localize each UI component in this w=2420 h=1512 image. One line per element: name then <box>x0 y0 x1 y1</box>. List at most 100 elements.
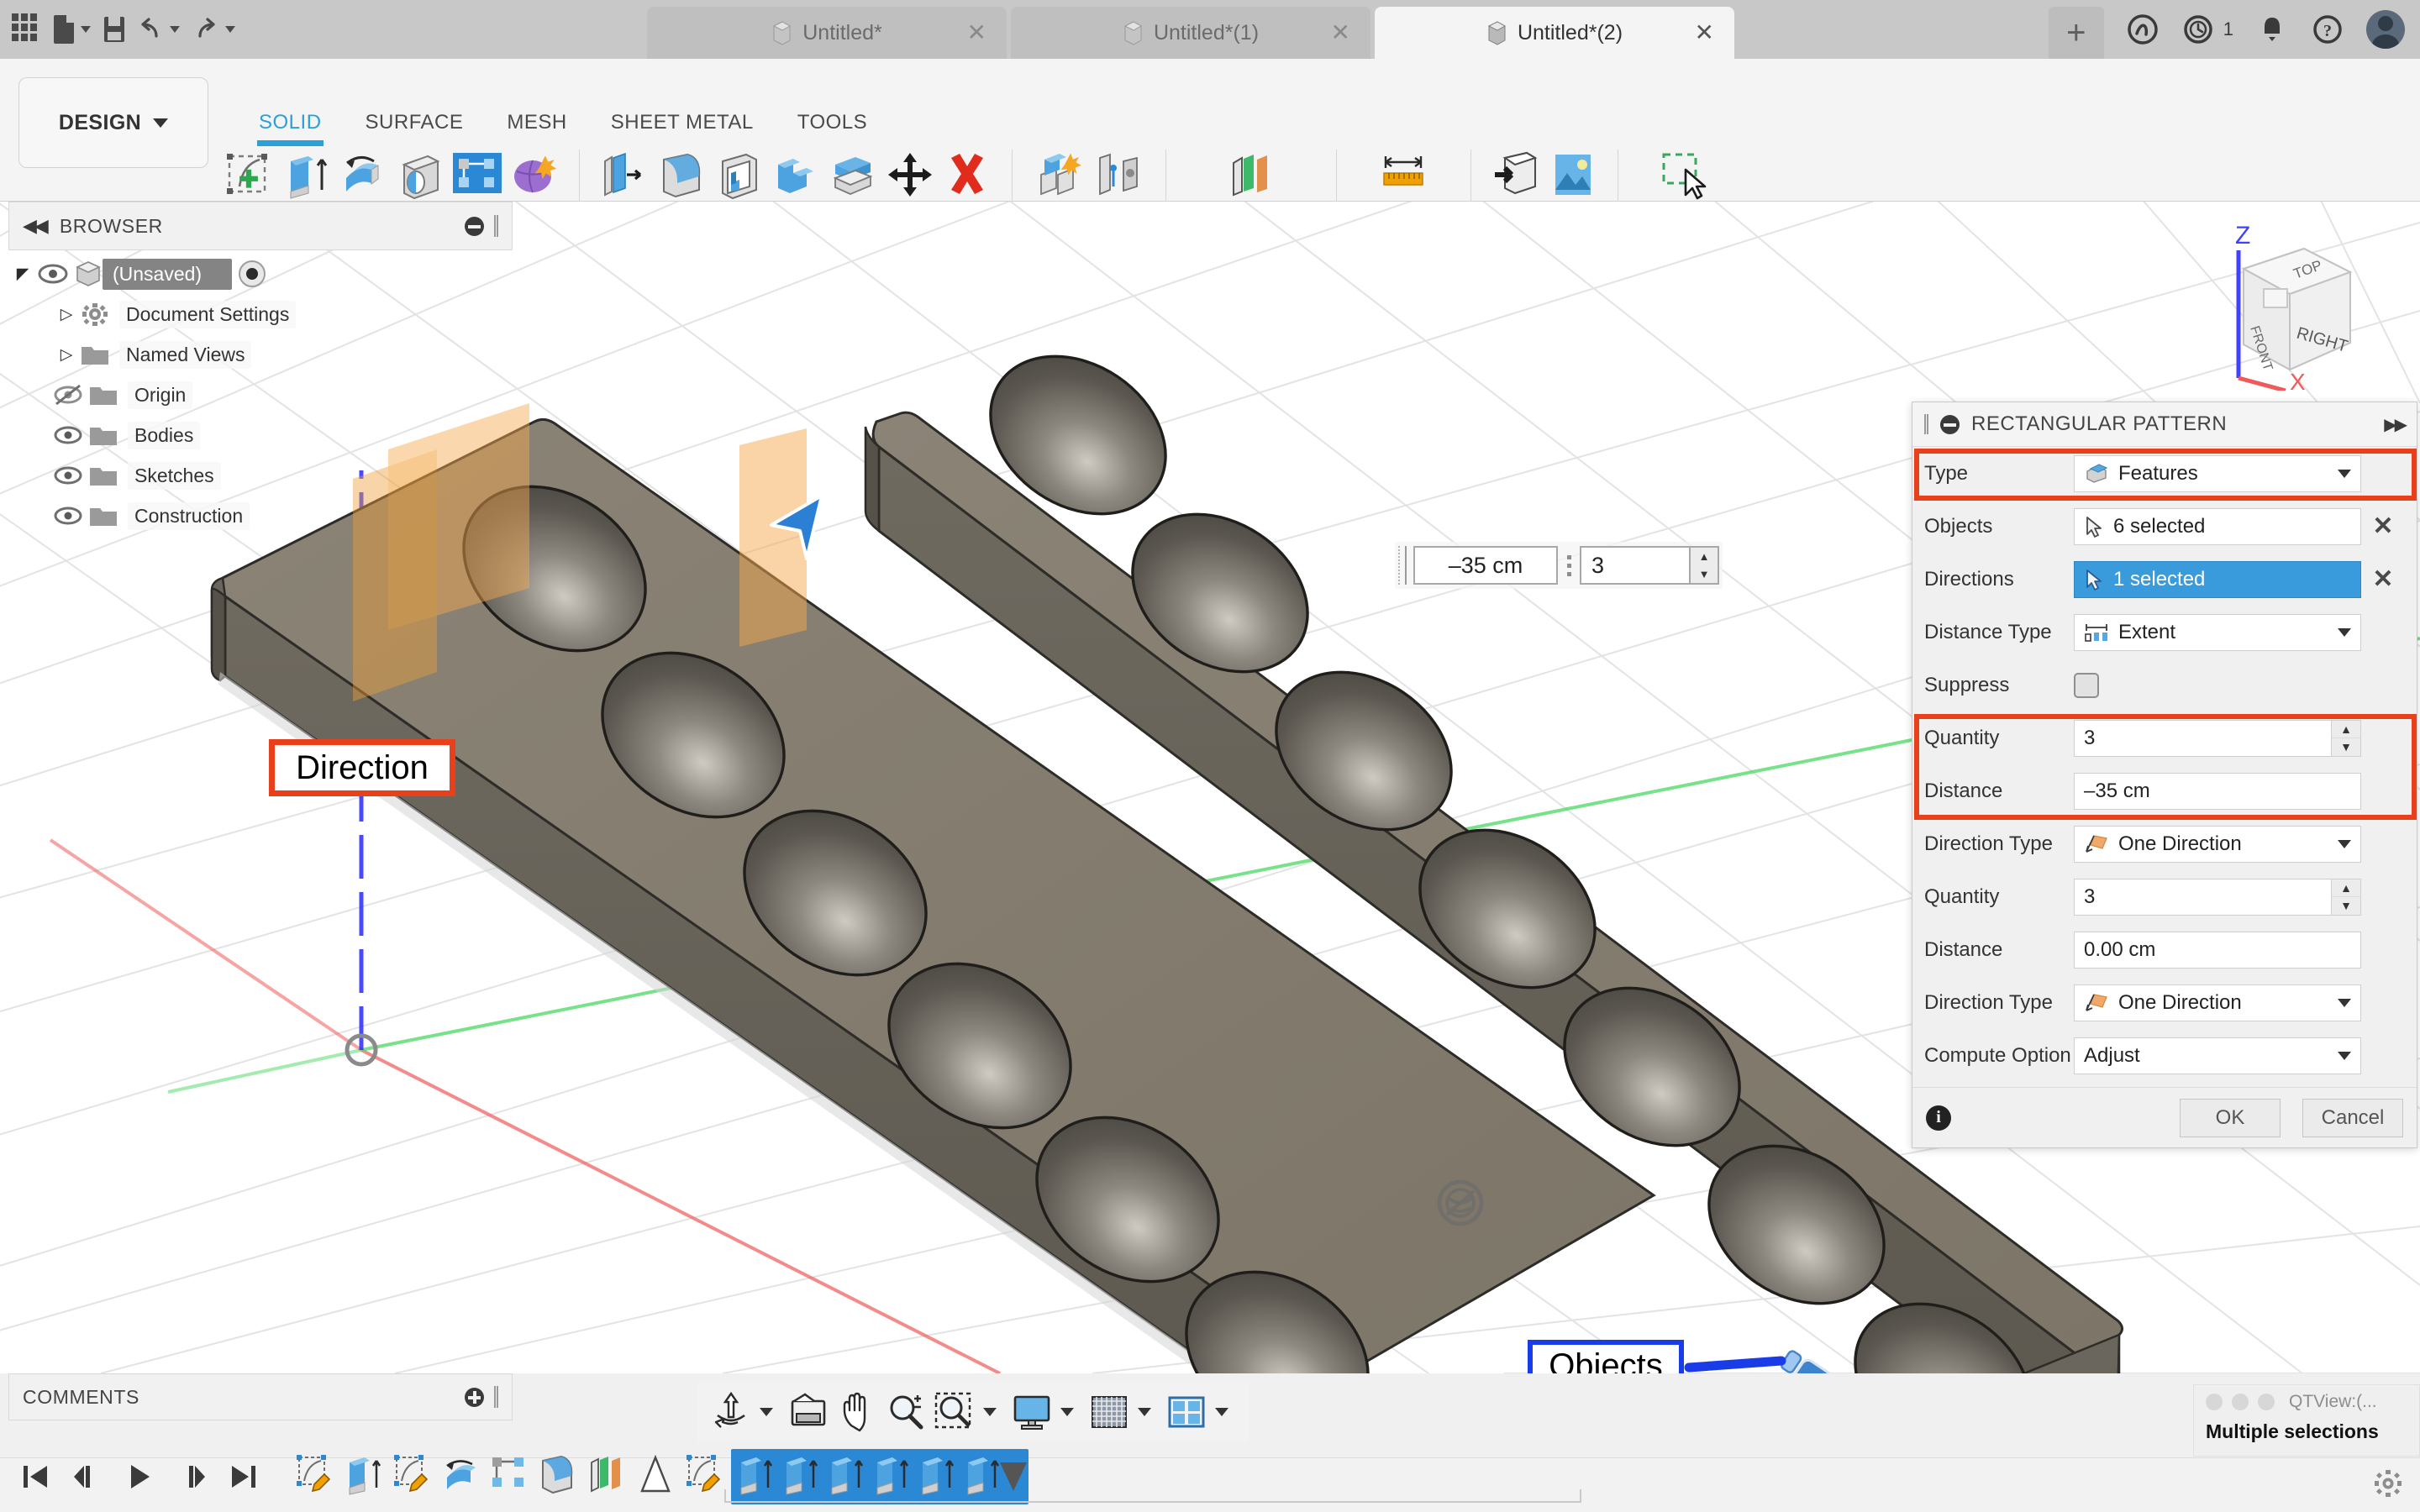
inline-value-editor[interactable]: –35 cm 3 ▲ ▼ <box>1395 542 1723 589</box>
expand-right-icon[interactable]: ▶▶ <box>2384 414 2407 435</box>
window-close-dot[interactable] <box>2206 1394 2223 1410</box>
document-tab-0[interactable]: Untitled* ✕ <box>647 7 1007 59</box>
undo-button[interactable] <box>138 18 180 41</box>
timeline-construction-icon[interactable] <box>634 1452 677 1501</box>
cancel-button[interactable]: Cancel <box>2302 1098 2403 1137</box>
tree-node-construction[interactable]: Construction <box>8 496 513 536</box>
close-icon[interactable]: ✕ <box>1331 21 1350 45</box>
timeline-sketch-icon[interactable] <box>682 1452 726 1501</box>
distance-input-2[interactable]: 0.00 cm <box>2074 931 2361 969</box>
window-maximize-dot[interactable] <box>2258 1394 2275 1410</box>
move-copy-icon[interactable] <box>884 150 936 205</box>
canvas-image-icon[interactable] <box>1547 150 1599 205</box>
clear-objects-icon[interactable]: ✕ <box>2361 512 2405 541</box>
press-pull-icon[interactable] <box>598 150 650 205</box>
go-to-end-icon[interactable] <box>229 1462 259 1492</box>
tree-node-document-settings[interactable]: ▷ Document Settings <box>8 294 513 334</box>
spinner-up-icon[interactable]: ▲ <box>2332 721 2360 738</box>
form-icon[interactable] <box>508 150 560 205</box>
measure-icon[interactable] <box>1377 150 1429 205</box>
tree-node-sketches[interactable]: Sketches <box>8 455 513 496</box>
timeline-fillet-icon[interactable] <box>536 1452 580 1501</box>
timeline-end-marker[interactable] <box>1000 1462 1027 1491</box>
drag-handle-icon[interactable] <box>1398 546 1407 585</box>
dialog-title-bar[interactable]: RECTANGULAR PATTERN ▶▶ <box>1912 402 2417 447</box>
eye-icon[interactable] <box>52 424 84 446</box>
plus-circle-icon[interactable] <box>465 1387 484 1407</box>
chevron-down-icon[interactable] <box>1060 1408 1074 1416</box>
expand-triangle-icon[interactable]: ◤ <box>8 265 37 284</box>
spinner-down-icon[interactable]: ▼ <box>2332 738 2360 756</box>
expand-triangle-icon[interactable]: ▷ <box>52 305 81 324</box>
quantity-stepper-2[interactable]: 3 ▲ ▼ <box>2074 878 2361 916</box>
eye-icon[interactable] <box>52 505 84 527</box>
spinner-up-icon[interactable]: ▲ <box>1691 548 1718 565</box>
resize-grip[interactable] <box>494 215 498 237</box>
new-tab-button[interactable]: + <box>2048 7 2104 59</box>
tree-node-root[interactable]: ◤ (Unsaved) <box>8 254 513 294</box>
joint-icon[interactable] <box>1092 150 1144 205</box>
eye-icon[interactable] <box>37 263 69 285</box>
revolve-icon[interactable] <box>337 150 389 205</box>
type-dropdown[interactable]: Features <box>2074 454 2361 492</box>
quantity-spinner-2[interactable]: ▲ ▼ <box>2331 878 2361 916</box>
inline-distance-input[interactable]: –35 cm <box>1413 546 1558 585</box>
zoom-window-icon[interactable] <box>933 1390 976 1434</box>
fillet-icon[interactable] <box>655 150 708 205</box>
chevron-down-icon[interactable] <box>983 1408 997 1416</box>
step-back-icon[interactable] <box>72 1462 103 1492</box>
chevron-down-icon[interactable] <box>760 1408 773 1416</box>
inline-quantity-input[interactable]: 3 <box>1580 546 1691 585</box>
clear-directions-icon[interactable]: ✕ <box>2361 564 2405 594</box>
minimize-icon[interactable] <box>1940 414 1960 434</box>
look-at-icon[interactable] <box>786 1390 830 1434</box>
distance-input-1[interactable]: –35 cm <box>2074 772 2361 810</box>
directions-selection-field[interactable]: 1 selected <box>2074 560 2361 598</box>
qtview-titlebar[interactable]: QTView:(... <box>2194 1385 2419 1419</box>
timeline-rectangular-pattern-icon[interactable] <box>487 1452 531 1501</box>
eye-icon[interactable] <box>52 465 84 486</box>
view-cube[interactable]: Z X TOP FRONT RIGHT <box>2178 210 2396 391</box>
display-settings-icon[interactable] <box>1010 1390 1054 1434</box>
help-icon[interactable]: ? <box>2311 13 2344 46</box>
compute-option-dropdown[interactable]: Adjust <box>2074 1037 2361 1074</box>
tab-surface[interactable]: SURFACE <box>344 111 486 146</box>
document-tab-1[interactable]: Untitled*(1) ✕ <box>1011 7 1370 59</box>
play-icon[interactable] <box>124 1462 155 1492</box>
quantity-input-2[interactable]: 3 <box>2074 878 2331 916</box>
direction-type-dropdown-2[interactable]: One Direction <box>2074 984 2361 1021</box>
close-icon[interactable]: ✕ <box>1695 21 1714 45</box>
hole-icon[interactable] <box>394 150 446 205</box>
new-component-icon[interactable] <box>1034 150 1086 205</box>
tree-node-origin[interactable]: Origin <box>8 375 513 415</box>
pan-icon[interactable] <box>835 1390 879 1434</box>
collapse-left-icon[interactable]: ◀◀ <box>23 215 49 237</box>
tab-solid[interactable]: SOLID <box>237 111 344 146</box>
go-to-start-icon[interactable] <box>20 1462 50 1492</box>
objects-selection-field[interactable]: 6 selected <box>2074 507 2361 545</box>
new-file-button[interactable] <box>54 15 91 44</box>
info-icon[interactable]: i <box>1926 1105 1951 1131</box>
tree-node-named-views[interactable]: ▷ Named Views <box>8 334 513 375</box>
workspace-switcher-button[interactable]: DESIGN <box>18 77 208 168</box>
resize-grip[interactable] <box>494 1386 498 1408</box>
chevron-down-icon[interactable] <box>1138 1408 1151 1416</box>
window-minimize-dot[interactable] <box>2232 1394 2249 1410</box>
timeline-extrude-icon[interactable] <box>341 1452 385 1501</box>
tree-node-bodies[interactable]: Bodies <box>8 415 513 455</box>
timeline-offset-plane-icon[interactable] <box>585 1452 629 1501</box>
grid-snaps-icon[interactable] <box>1087 1390 1131 1434</box>
rectangular-pattern-icon[interactable] <box>451 150 503 205</box>
spinner-down-icon[interactable]: ▼ <box>1691 565 1718 583</box>
extensions-icon[interactable] <box>2126 13 2160 46</box>
chevron-down-icon[interactable] <box>1215 1408 1228 1416</box>
drag-dots-icon[interactable] <box>1558 546 1580 585</box>
apps-grid-icon[interactable] <box>12 13 40 45</box>
minimize-icon[interactable] <box>465 216 484 236</box>
account-avatar-icon[interactable] <box>2366 10 2405 49</box>
quantity-stepper-1[interactable]: 3 ▲ ▼ <box>2074 719 2361 757</box>
tab-mesh[interactable]: MESH <box>485 111 588 146</box>
eye-hidden-icon[interactable] <box>52 384 84 406</box>
distance-type-dropdown[interactable]: Extent <box>2074 613 2361 651</box>
select-window-icon[interactable] <box>1655 150 1707 205</box>
